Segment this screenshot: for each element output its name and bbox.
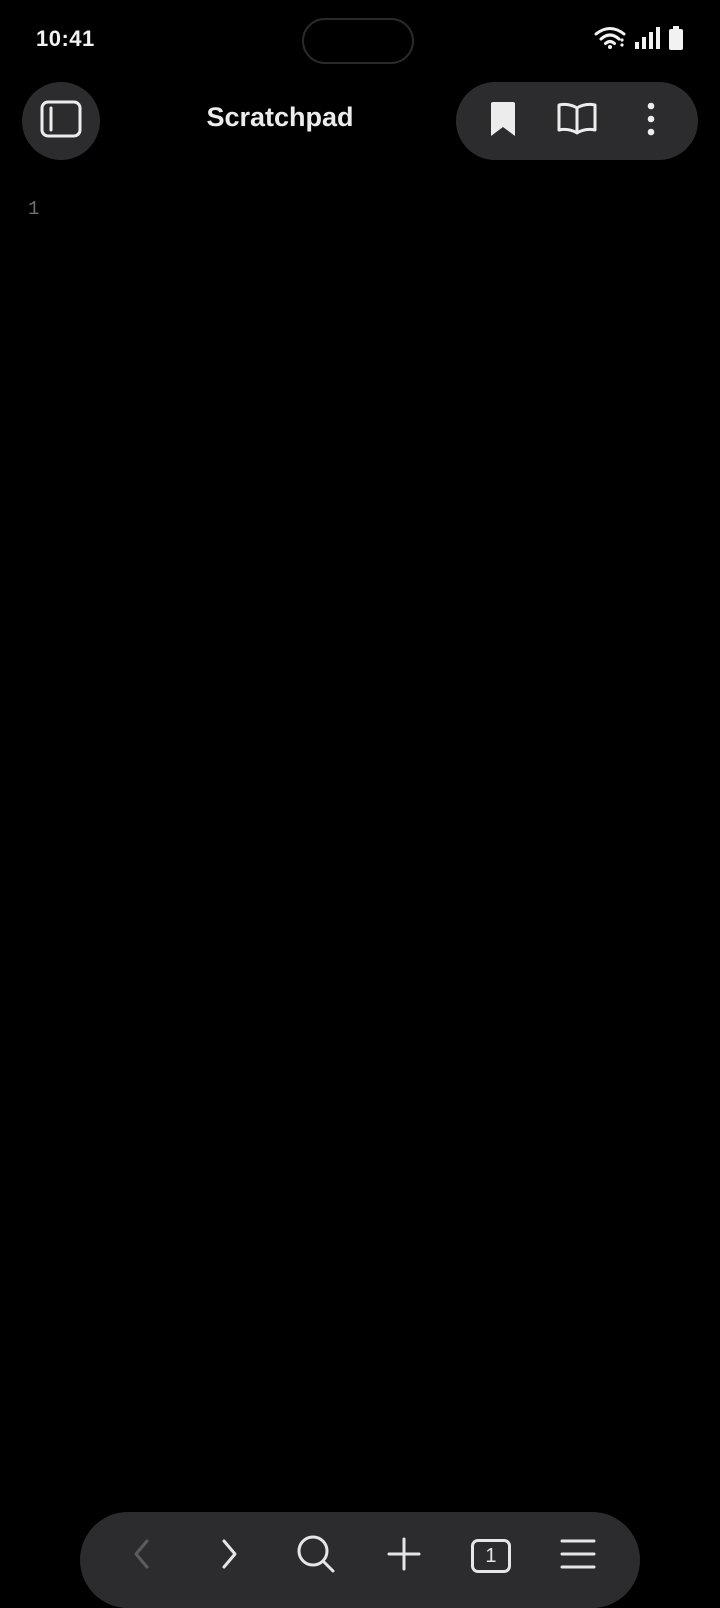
bookmark-icon — [488, 101, 518, 142]
header-actions — [456, 82, 698, 160]
editor-text-area[interactable] — [60, 190, 700, 1490]
wifi-icon — [594, 26, 626, 50]
bookmark-button[interactable] — [471, 89, 535, 153]
reader-mode-icon — [557, 102, 597, 141]
sidebar-toggle-button[interactable] — [22, 82, 100, 160]
back-button[interactable] — [107, 1521, 177, 1591]
page-title: Scratchpad — [206, 102, 354, 132]
bottom-toolbar: 1 — [80, 1512, 640, 1608]
back-icon — [132, 1538, 152, 1575]
more-options-icon — [646, 102, 656, 141]
status-time: 10:41 — [36, 26, 95, 51]
menu-icon — [560, 1538, 596, 1575]
new-tab-button[interactable] — [369, 1521, 439, 1591]
status-icons — [594, 26, 684, 50]
forward-icon — [219, 1538, 239, 1575]
new-tab-icon — [387, 1537, 421, 1576]
sidebar-toggle-icon — [40, 100, 82, 143]
more-options-button[interactable] — [619, 89, 683, 153]
forward-button[interactable] — [194, 1521, 264, 1591]
search-icon — [296, 1534, 336, 1579]
signal-icon — [634, 27, 660, 49]
battery-icon — [668, 26, 684, 50]
camera-cutout — [302, 18, 414, 64]
line-number: 1 — [28, 198, 40, 220]
menu-button[interactable] — [543, 1521, 613, 1591]
reader-mode-button[interactable] — [545, 89, 609, 153]
status-bar: 10:41 — [0, 0, 720, 80]
tab-switcher-button[interactable]: 1 — [456, 1521, 526, 1591]
editor: 1 — [0, 190, 720, 1490]
top-app-bar: Scratchpad — [0, 80, 720, 160]
search-button[interactable] — [281, 1521, 351, 1591]
tab-count-badge: 1 — [470, 1539, 511, 1573]
